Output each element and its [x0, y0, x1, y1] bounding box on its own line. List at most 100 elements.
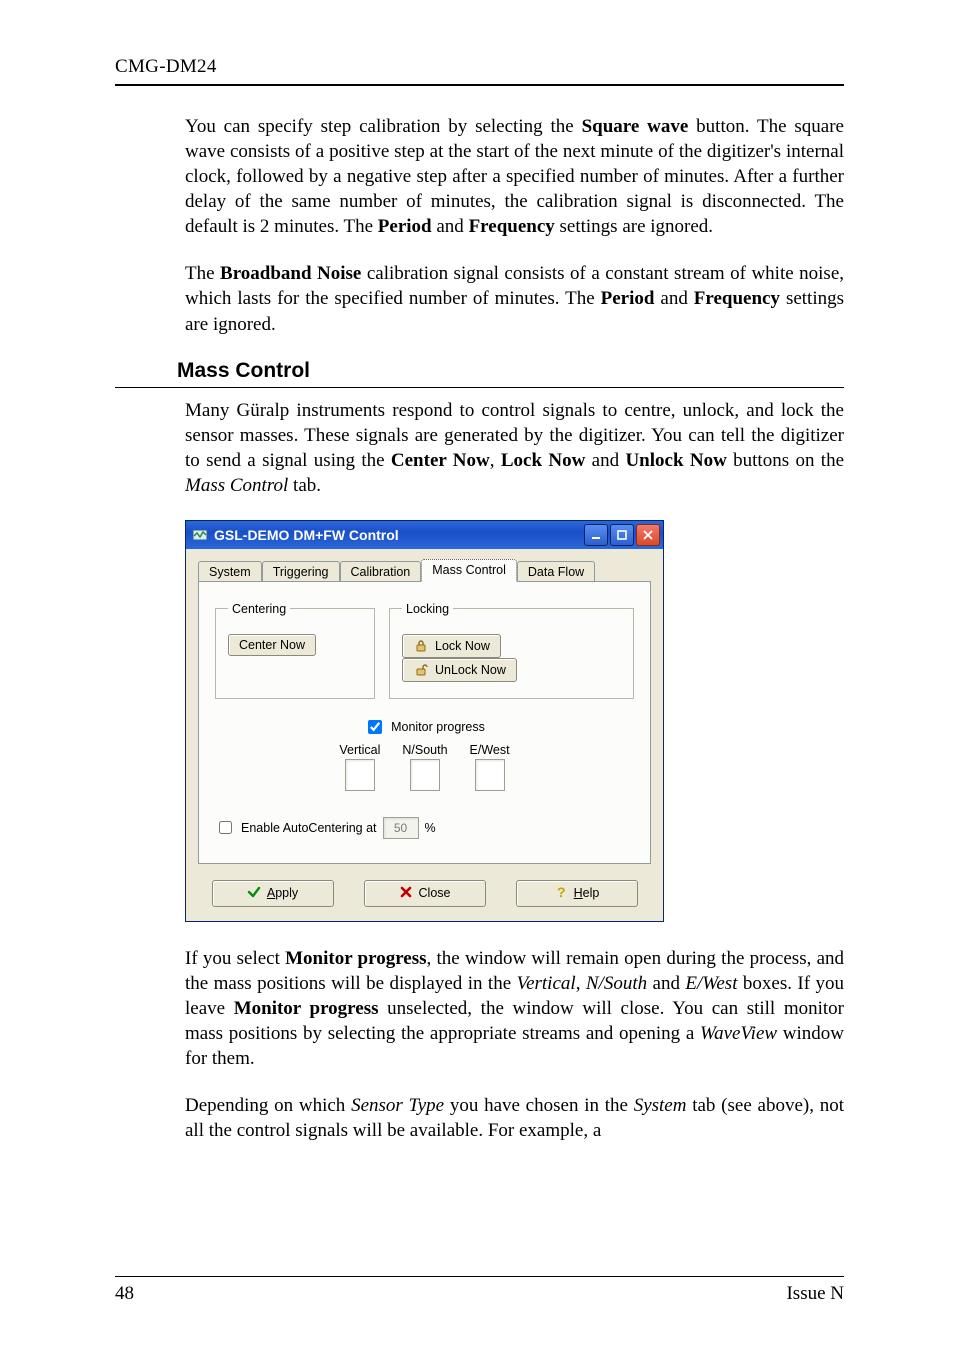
text: and	[647, 973, 685, 994]
text: buttons on the	[727, 450, 844, 471]
tabstrip: System Triggering Calibration Mass Contr…	[198, 559, 651, 582]
lock-now-button[interactable]: Lock Now	[402, 634, 501, 658]
group-centering: Centering Center Now	[215, 602, 375, 699]
bold: Square wave	[582, 116, 689, 137]
minimize-button[interactable]	[584, 524, 608, 546]
window-title: GSL-DEMO DM+FW Control	[214, 527, 582, 543]
italic: System	[634, 1095, 687, 1116]
text: ,	[576, 973, 586, 994]
close-button[interactable]	[636, 524, 660, 546]
tab-data-flow[interactable]: Data Flow	[517, 561, 595, 583]
maximize-button[interactable]	[610, 524, 634, 546]
bold: Frequency	[694, 288, 780, 309]
tab-calibration[interactable]: Calibration	[340, 561, 422, 583]
group-legend: Locking	[402, 602, 453, 616]
progress-readout-row: Vertical N/South E/West	[215, 743, 634, 791]
apply-button[interactable]: Apply	[212, 880, 334, 907]
bold: Lock Now	[501, 450, 585, 471]
tab-triggering[interactable]: Triggering	[262, 561, 340, 583]
auto-centering-value[interactable]	[383, 817, 419, 839]
button-label: Close	[419, 886, 451, 900]
svg-text:?: ?	[557, 885, 566, 899]
unlock-now-button[interactable]: UnLock Now	[402, 658, 517, 682]
tab-panel: Centering Center Now Locking	[198, 581, 651, 864]
bold: Frequency	[469, 216, 555, 237]
bold: Monitor progress	[285, 948, 426, 969]
footer-rule	[115, 1276, 844, 1277]
italic: Sensor Type	[351, 1095, 444, 1116]
progress-ewest: E/West	[470, 743, 510, 791]
italic: N/South	[586, 973, 647, 994]
para-4: If you select Monitor progress, the wind…	[185, 946, 844, 1071]
monitor-progress-row: Monitor progress	[215, 717, 634, 737]
unlock-icon	[413, 662, 429, 678]
bold: Broadband Noise	[220, 263, 361, 284]
text: tab.	[288, 475, 321, 496]
tab-system[interactable]: System	[198, 561, 262, 583]
italic: E/West	[685, 973, 737, 994]
app-icon	[192, 527, 208, 543]
client-area: System Triggering Calibration Mass Contr…	[186, 549, 663, 921]
label: N/South	[402, 743, 447, 757]
running-head: CMG-DM24	[115, 56, 844, 78]
bold: Monitor progress	[234, 998, 379, 1019]
bold: Center Now	[391, 450, 490, 471]
close-dialog-button[interactable]: Close	[364, 880, 486, 907]
group-locking: Locking Lock Now	[389, 602, 634, 699]
bold: Period	[601, 288, 655, 309]
dialog-window: GSL-DEMO DM+FW Control System Triggering…	[185, 520, 664, 922]
text: You can specify step calibration by sele…	[185, 116, 582, 137]
para-3: Many Güralp instruments respond to contr…	[185, 398, 844, 498]
progress-bar	[410, 759, 440, 791]
header-rule	[115, 84, 844, 86]
center-now-button[interactable]: Center Now	[228, 634, 316, 656]
section-heading-mass-control: Mass Control	[177, 359, 844, 383]
x-icon	[399, 885, 413, 902]
bold: Unlock Now	[625, 450, 726, 471]
titlebar[interactable]: GSL-DEMO DM+FW Control	[186, 521, 663, 549]
progress-bar	[475, 759, 505, 791]
check-icon	[247, 885, 261, 902]
section-rule	[115, 387, 844, 388]
button-label: Lock Now	[435, 639, 490, 653]
label: E/West	[470, 743, 510, 757]
monitor-progress-checkbox[interactable]	[368, 720, 382, 734]
text: If you select	[185, 948, 285, 969]
bold: Period	[378, 216, 432, 237]
text: Depending on which	[185, 1095, 351, 1116]
label: Vertical	[339, 743, 380, 757]
issue-label: Issue N	[786, 1283, 844, 1305]
text: and	[654, 288, 693, 309]
italic: Vertical	[517, 973, 576, 994]
para-5: Depending on which Sensor Type you have …	[185, 1093, 844, 1143]
progress-bar	[345, 759, 375, 791]
italic: WaveView	[700, 1023, 777, 1044]
progress-nsouth: N/South	[402, 743, 447, 791]
text: and	[432, 216, 469, 237]
text: and	[585, 450, 625, 471]
lock-icon	[413, 638, 429, 654]
progress-vertical: Vertical	[339, 743, 380, 791]
button-label: UnLock Now	[435, 663, 506, 677]
text: The	[185, 263, 220, 284]
monitor-progress-label: Monitor progress	[391, 720, 485, 734]
question-icon: ?	[554, 885, 568, 902]
text: you have chosen in the	[444, 1095, 634, 1116]
tab-mass-control[interactable]: Mass Control	[421, 559, 517, 582]
auto-centering-label-pre: Enable AutoCentering at	[241, 821, 377, 835]
page-footer: 48 Issue N	[115, 1276, 844, 1305]
button-label: Help	[574, 886, 600, 900]
help-button[interactable]: ? Help	[516, 880, 638, 907]
auto-centering-label-post: %	[425, 821, 436, 835]
auto-centering-checkbox[interactable]	[219, 821, 232, 834]
group-legend: Centering	[228, 602, 290, 616]
page-number: 48	[115, 1283, 134, 1305]
italic: Mass Control	[185, 475, 288, 496]
button-label: Apply	[267, 886, 298, 900]
text: ,	[490, 450, 501, 471]
auto-centering-row: Enable AutoCentering at %	[215, 817, 634, 839]
para-1: You can specify step calibration by sele…	[185, 114, 844, 239]
dialog-button-row: Apply Close ? Help	[198, 880, 651, 907]
button-label: Center Now	[239, 638, 305, 652]
para-2: The Broadband Noise calibration signal c…	[185, 261, 844, 336]
